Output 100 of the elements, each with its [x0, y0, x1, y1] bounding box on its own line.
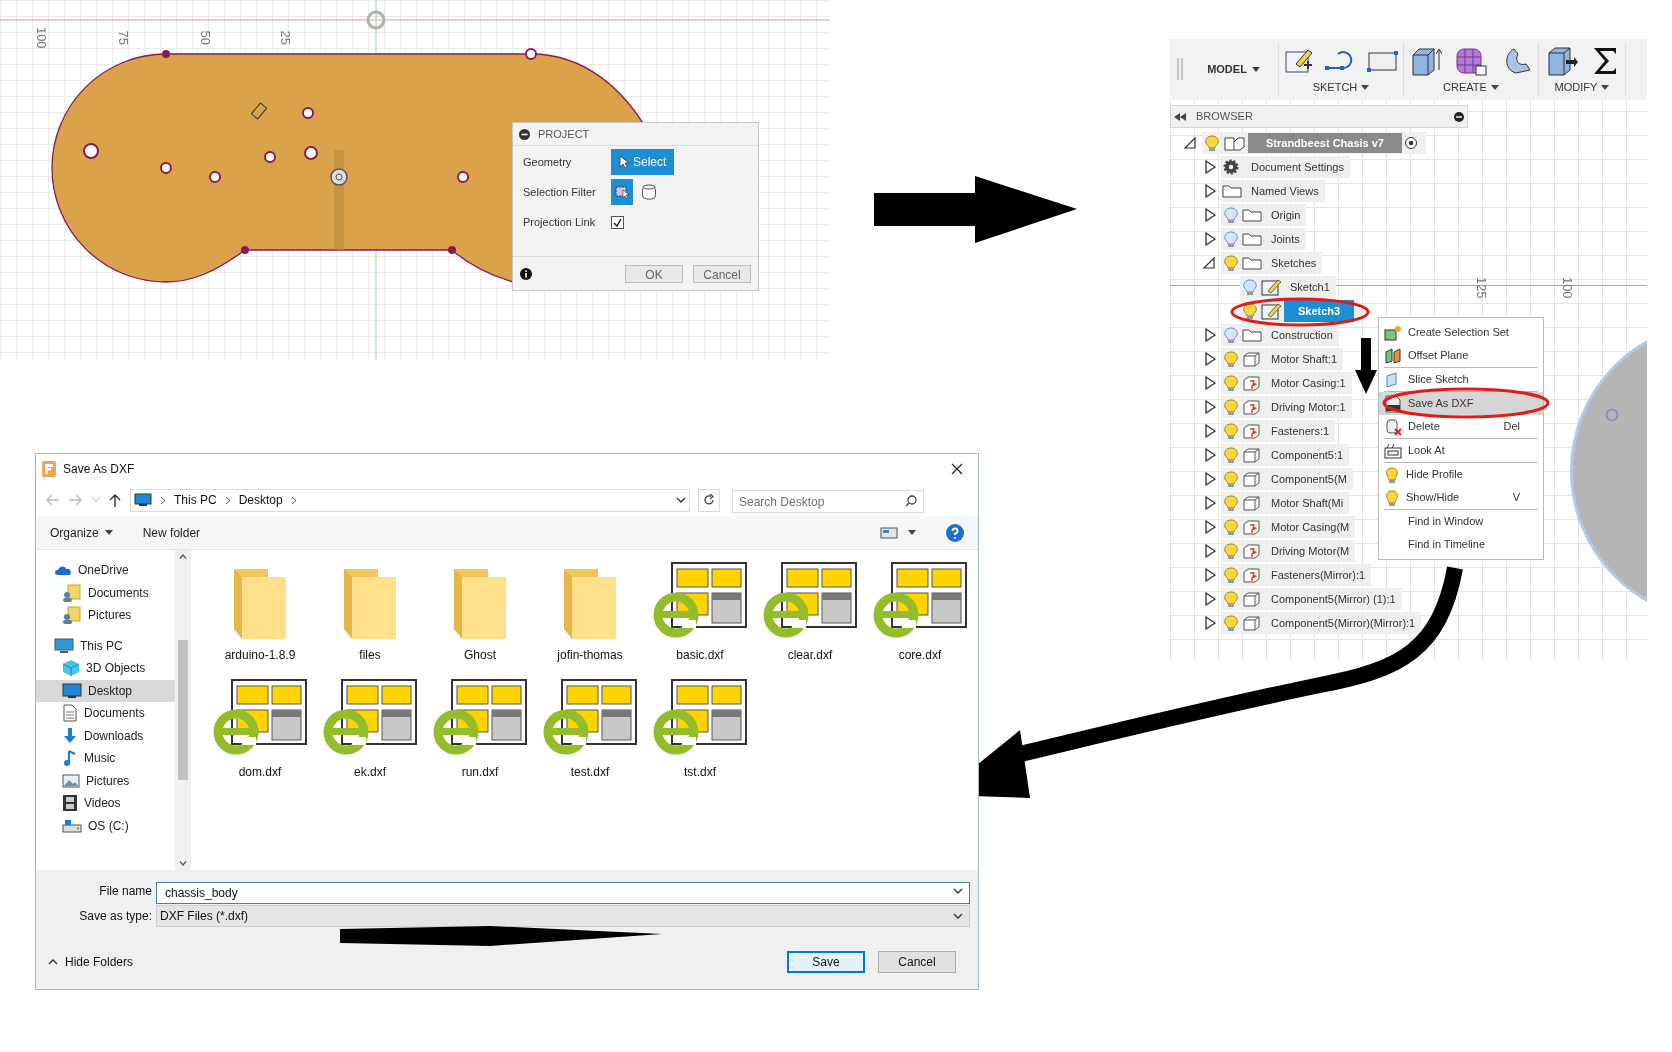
hide-folders-button[interactable]: Hide Folders: [44, 953, 134, 971]
up-arrow-icon: [108, 492, 122, 508]
nav-item[interactable]: This PC: [36, 634, 175, 657]
toolbar-menu[interactable]: MODIFY: [1539, 79, 1625, 95]
dialog-button[interactable]: Cancel: [693, 264, 751, 283]
sketch-point[interactable]: [241, 246, 249, 254]
file-item[interactable]: basic.dxf: [645, 560, 755, 664]
menu-item[interactable]: Offset Plane: [1379, 344, 1543, 367]
file-item[interactable]: jofin-thomas: [535, 560, 645, 664]
toolbar-menu[interactable]: CREATE: [1404, 79, 1538, 95]
field-label: Selection Filter: [523, 184, 597, 200]
film-icon: [62, 794, 78, 813]
menu-item[interactable]: Create Selection Set: [1379, 321, 1543, 344]
sketch-icon: [1260, 302, 1284, 320]
dialog-button[interactable]: Save: [787, 951, 865, 973]
menu-item[interactable]: Find in Window: [1379, 510, 1543, 533]
file-item[interactable]: test.dxf: [535, 677, 645, 781]
menu-item[interactable]: Show/Hide V: [1379, 486, 1543, 509]
file-item[interactable]: dom.dxf: [205, 677, 315, 781]
menu-item[interactable]: Slice Sketch: [1379, 368, 1543, 391]
file-item[interactable]: Ghost: [425, 560, 535, 664]
nav-item[interactable]: Pictures: [36, 604, 175, 627]
nav-item[interactable]: Videos: [36, 792, 175, 815]
menu-item[interactable]: Hide Profile: [1379, 463, 1543, 486]
file-item[interactable]: tst.dxf: [645, 677, 755, 781]
address-bar[interactable]: This PC Desktop: [130, 488, 690, 512]
selection-filter-button[interactable]: [611, 179, 633, 205]
help-icon: [946, 523, 964, 542]
extrude-icon: [1410, 46, 1442, 76]
search-field[interactable]: Search Desktop: [732, 490, 924, 513]
breadcrumb[interactable]: Desktop: [238, 491, 283, 509]
refresh-button[interactable]: [698, 488, 720, 512]
activate-radio-icon: [1402, 136, 1420, 150]
computer-icon: [134, 493, 152, 507]
breadcrumb[interactable]: This PC: [174, 491, 217, 509]
sketch-point[interactable]: [304, 146, 318, 160]
file-item[interactable]: files: [315, 560, 425, 664]
nav-item[interactable]: Desktop: [36, 679, 175, 702]
caret-icon: [908, 530, 916, 535]
file-name-field[interactable]: chassis_body: [156, 882, 970, 904]
cube-icon: [62, 659, 80, 678]
nav-item[interactable]: Documents: [36, 702, 175, 725]
new-folder-button[interactable]: New folder: [142, 523, 201, 542]
sketch-point[interactable]: [160, 162, 172, 174]
field-label: Projection Link: [523, 214, 597, 230]
drive-icon: [62, 818, 82, 833]
dialog-button[interactable]: OK: [625, 264, 683, 283]
field-label: Save as type:: [78, 908, 152, 925]
lightbulb-icon: [1384, 488, 1400, 507]
sketch-point[interactable]: [83, 143, 99, 159]
chevron-icon: [160, 495, 166, 505]
file-item[interactable]: clear.dxf: [755, 560, 865, 664]
search-icon: [905, 494, 917, 507]
point-icon: [1605, 408, 1619, 422]
nav-item[interactable]: OS (C:): [36, 814, 175, 837]
projection-link-checkbox[interactable]: [611, 215, 624, 229]
folder-icon: [1241, 255, 1265, 271]
sketch-point[interactable]: [525, 48, 537, 60]
field-label: File name: [98, 883, 152, 900]
select-button[interactable]: Select: [611, 149, 675, 175]
recent-caret-icon: [92, 497, 100, 503]
dialog-button[interactable]: Cancel: [878, 951, 956, 973]
forward-arrow-icon: [68, 493, 84, 507]
nav-item[interactable]: Downloads: [36, 724, 175, 747]
constraint-icon: [250, 102, 268, 120]
file-item[interactable]: ek.dxf: [315, 677, 425, 781]
dropdown-caret-icon: [676, 497, 686, 503]
nav-item[interactable]: Documents: [36, 581, 175, 604]
component-icon: [1222, 134, 1248, 152]
file-item[interactable]: core.dxf: [865, 560, 975, 664]
toolbar-menu[interactable]: SKETCH: [1279, 79, 1403, 95]
file-item[interactable]: run.dxf: [425, 677, 535, 781]
workspace-menu[interactable]: MODEL: [1189, 43, 1279, 96]
ruler-label: 100: [1558, 276, 1576, 299]
look-at-icon: [1384, 442, 1402, 459]
scrollbar[interactable]: [175, 550, 191, 870]
file-type-dropdown[interactable]: DXF Files (*.dxf): [156, 905, 970, 927]
caret-icon: [1601, 84, 1610, 90]
sketch-point[interactable]: [302, 107, 314, 119]
nav-item[interactable]: 3D Objects: [36, 657, 175, 680]
sketch-point[interactable]: [209, 171, 221, 183]
menu-item[interactable]: Find in Timeline: [1379, 533, 1543, 556]
file-item[interactable]: arduino-1.8.9: [205, 560, 315, 664]
sketch-point[interactable]: [448, 246, 456, 254]
field-label: Geometry: [523, 154, 573, 170]
refresh-icon: [703, 494, 715, 506]
offset-plane-icon: [1384, 347, 1402, 364]
organize-menu[interactable]: Organize: [50, 523, 113, 542]
nav-item[interactable]: OneDrive: [36, 559, 175, 582]
close-icon: [951, 463, 963, 475]
menu-item[interactable]: Look At: [1379, 439, 1543, 462]
sketch-point[interactable]: [457, 171, 469, 183]
nav-item[interactable]: Music: [36, 747, 175, 770]
sketch-point[interactable]: [264, 151, 276, 163]
sketch-point[interactable]: [162, 50, 170, 58]
nav-item[interactable]: Pictures: [36, 769, 175, 792]
ruler-label: 75: [115, 30, 132, 45]
minimize-icon: [1454, 111, 1464, 122]
menu-item[interactable]: Delete Del: [1379, 415, 1543, 438]
sum-icon: [1592, 46, 1618, 76]
